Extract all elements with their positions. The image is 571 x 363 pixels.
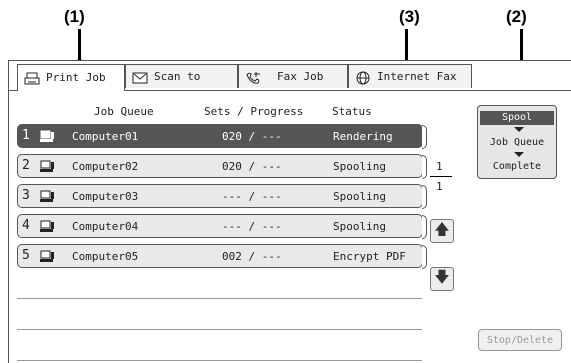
row-edge <box>422 125 427 149</box>
tab-print-job-label: Print Job <box>46 71 106 84</box>
fax-icon <box>245 70 261 84</box>
job-number: 1 <box>22 128 30 143</box>
job-row-1[interactable]: 1 Computer01 020 / --- Rendering <box>17 124 423 148</box>
scroll-up-button[interactable]: 🡅 <box>430 219 454 243</box>
page-current: 1 <box>436 160 443 173</box>
column-sets-progress: Sets / Progress <box>204 105 304 118</box>
job-row-4[interactable]: 4 Computer04 --- / --- Spooling <box>17 214 423 238</box>
computer-icon <box>40 160 55 172</box>
job-row-2[interactable]: 2 Computer02 020 / --- Spooling <box>17 154 423 178</box>
computer-icon <box>40 130 55 142</box>
job-sets: --- / --- <box>222 190 282 203</box>
job-status: Spooling <box>333 220 386 233</box>
tab-fax-job-label: Fax Job <box>277 69 324 83</box>
tab-print-job[interactable]: Print Job <box>17 64 125 91</box>
empty-row-line <box>17 329 422 330</box>
mode-selector[interactable]: Spool Job Queue Complete <box>477 105 557 179</box>
job-name: Computer05 <box>72 250 139 263</box>
computer-icon <box>40 250 55 262</box>
callout-2: (2) <box>506 7 527 26</box>
column-status: Status <box>332 105 372 118</box>
job-sets: 020 / --- <box>222 130 282 143</box>
page-divider <box>430 176 452 177</box>
job-status: Spooling <box>333 190 386 203</box>
job-number: 4 <box>22 218 30 233</box>
tab-internet-fax[interactable]: Internet Fax <box>348 64 472 88</box>
mode-job-queue[interactable]: Job Queue <box>480 136 554 150</box>
tab-scan-to-label: Scan to <box>154 69 201 83</box>
empty-row-line <box>17 298 422 299</box>
row-edge <box>422 245 427 269</box>
row-edge <box>422 155 427 179</box>
job-sets: --- / --- <box>222 220 282 233</box>
tab-scan-to[interactable]: Scan to <box>125 64 238 88</box>
scroll-down-button[interactable]: 🡇 <box>430 267 454 291</box>
arrow-down-icon <box>514 127 524 132</box>
scan-icon <box>132 70 148 84</box>
job-name: Computer04 <box>72 220 139 233</box>
job-row-3[interactable]: 3 Computer03 --- / --- Spooling <box>17 184 423 208</box>
job-sets: 020 / --- <box>222 160 282 173</box>
arrow-down-icon <box>514 152 524 157</box>
column-job-queue: Job Queue <box>94 105 154 118</box>
job-status: Spooling <box>333 160 386 173</box>
job-name: Computer01 <box>72 130 139 143</box>
computer-icon <box>40 190 55 202</box>
callout-3: (3) <box>399 7 420 26</box>
arrow-down-icon: 🡇 <box>434 267 450 286</box>
computer-icon <box>40 220 55 232</box>
stop-delete-button[interactable]: Stop/Delete <box>478 329 562 351</box>
page-total: 1 <box>436 180 443 193</box>
job-status: Encrypt PDF <box>333 250 406 263</box>
mode-spool[interactable]: Spool <box>480 111 554 125</box>
printer-icon <box>24 71 40 85</box>
row-edge <box>422 185 427 209</box>
job-number: 5 <box>22 248 30 263</box>
mode-complete[interactable]: Complete <box>480 160 554 174</box>
tab-internet-fax-label: Internet Fax <box>377 69 457 83</box>
empty-row-line <box>17 360 422 361</box>
job-number: 2 <box>22 158 30 173</box>
job-status: Rendering <box>333 130 393 143</box>
job-sets: 002 / --- <box>222 250 282 263</box>
internet-fax-icon <box>355 70 371 84</box>
job-name: Computer03 <box>72 190 139 203</box>
callout-1: (1) <box>64 7 85 26</box>
arrow-up-icon: 🡅 <box>434 219 450 238</box>
job-row-5[interactable]: 5 Computer05 002 / --- Encrypt PDF <box>17 244 423 268</box>
job-number: 3 <box>22 188 30 203</box>
job-name: Computer02 <box>72 160 139 173</box>
row-edge <box>422 215 427 239</box>
tab-fax-job[interactable]: Fax Job <box>238 64 348 88</box>
